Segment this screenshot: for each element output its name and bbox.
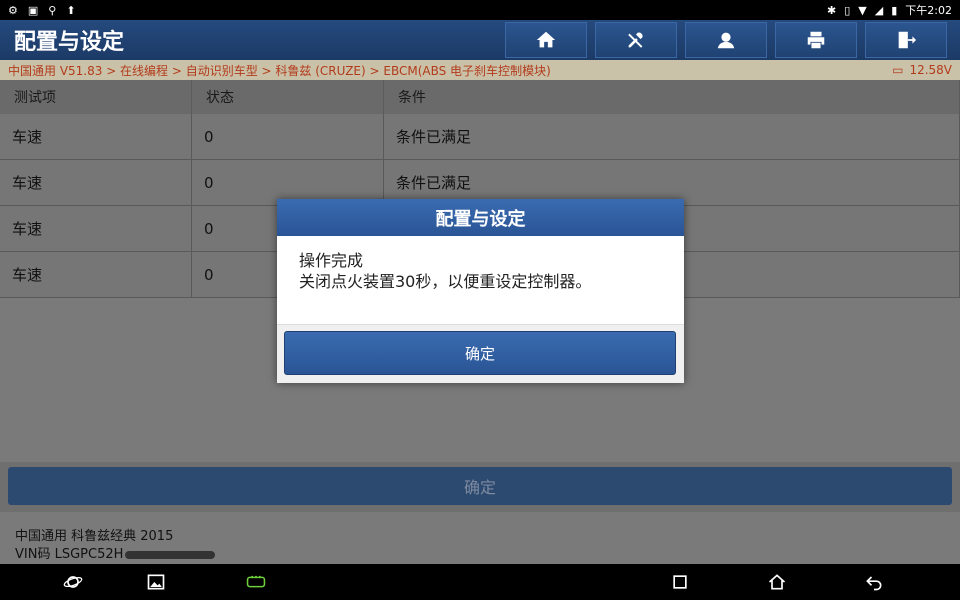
clock: 下午2:02	[905, 4, 952, 17]
breadcrumb-path: 中国通用 V51.83 > 在线编程 > 自动识别车型 > 科鲁兹 (CRUZE…	[8, 63, 551, 78]
table-header: 测试项 状态 条件	[0, 80, 960, 114]
dialog-body: 操作完成 关闭点火装置30秒，以便重设定控制器。	[277, 236, 684, 324]
exit-icon	[898, 31, 917, 49]
settings-icon: ⚙	[8, 3, 18, 17]
planet-icon	[63, 576, 83, 588]
exit-button[interactable]	[865, 22, 947, 58]
home-nav-button[interactable]	[766, 572, 788, 592]
image-icon	[147, 574, 165, 590]
status-bar: ⚙ ▣ ⚲ ⬆ ✱ ▯ ▼ ◢ ▮ 下午2:02	[0, 0, 960, 20]
gallery-button[interactable]	[145, 572, 167, 592]
vin-line: VIN码 LSGPC52H	[15, 546, 960, 564]
image-icon: ▣	[27, 3, 39, 17]
vin-text: VIN码 LSGPC52H	[15, 547, 124, 562]
print-icon	[807, 31, 825, 49]
dialog-title: 配置与设定	[277, 199, 684, 236]
voltage-indicator: ▭ 12.58V	[892, 63, 952, 77]
table-cell: 车速	[0, 114, 192, 159]
home-button[interactable]	[505, 22, 587, 58]
navigation-bar	[0, 564, 960, 600]
support-icon	[717, 32, 735, 49]
modal-dialog: 配置与设定 操作完成 关闭点火装置30秒，以便重设定控制器。 确定	[277, 199, 684, 383]
confirm-button[interactable]: 确定	[8, 467, 952, 505]
page-title: 配置与设定	[14, 30, 125, 55]
voltage-value: 12.58V	[909, 63, 952, 77]
dialog-footer: 确定	[277, 324, 684, 383]
column-header: 测试项	[0, 80, 192, 114]
table-cell: 0	[192, 114, 384, 159]
dialog-message-line1: 操作完成	[299, 251, 364, 270]
print-button[interactable]	[775, 22, 857, 58]
tools-button[interactable]	[595, 22, 677, 58]
vehicle-info: 中国通用 科鲁兹经典 2015 VIN码 LSGPC52H	[0, 512, 960, 564]
bluetooth-icon: ✱	[827, 3, 837, 17]
table-cell: 车速	[0, 206, 192, 251]
upload-icon: ⬆	[66, 3, 76, 17]
dialog-confirm-button[interactable]: 确定	[284, 331, 676, 375]
table-cell: 条件已满足	[384, 114, 960, 159]
tools-icon	[628, 32, 643, 48]
app-screen: ⚙ ▣ ⚲ ⬆ ✱ ▯ ▼ ◢ ▮ 下午2:02 配置与设定 中国通用 V51.…	[0, 0, 960, 600]
battery-voltage-icon: ▭	[892, 63, 904, 77]
back-button[interactable]	[863, 572, 885, 592]
square-icon	[673, 575, 687, 589]
home-icon	[536, 31, 556, 48]
vin-redaction	[125, 550, 216, 559]
breadcrumb: 中国通用 V51.83 > 在线编程 > 自动识别车型 > 科鲁兹 (CRUZE…	[0, 60, 960, 80]
recents-button[interactable]	[669, 572, 691, 592]
table-cell: 车速	[0, 252, 192, 297]
title-bar: 配置与设定	[0, 20, 960, 60]
usb-icon: ⚲	[48, 3, 57, 17]
support-button[interactable]	[685, 22, 767, 58]
browser-button[interactable]	[62, 572, 84, 592]
wifi-icon: ▼	[858, 3, 867, 17]
vci-icon	[246, 575, 266, 588]
column-header: 状态	[192, 80, 384, 114]
home-outline-icon	[768, 574, 786, 590]
column-header: 条件	[384, 80, 960, 114]
battery-icon: ▮	[891, 3, 898, 17]
signal-icon: ◢	[874, 3, 884, 17]
vci-button[interactable]	[243, 572, 269, 592]
back-icon	[866, 576, 882, 591]
dialog-message-line2: 关闭点火装置30秒，以便重设定控制器。	[299, 272, 592, 291]
table-cell: 车速	[0, 160, 192, 205]
vibrate-icon: ▯	[844, 3, 851, 17]
vehicle-name: 中国通用 科鲁兹经典 2015	[15, 529, 174, 544]
table-row: 车速 0 条件已满足	[0, 114, 960, 160]
